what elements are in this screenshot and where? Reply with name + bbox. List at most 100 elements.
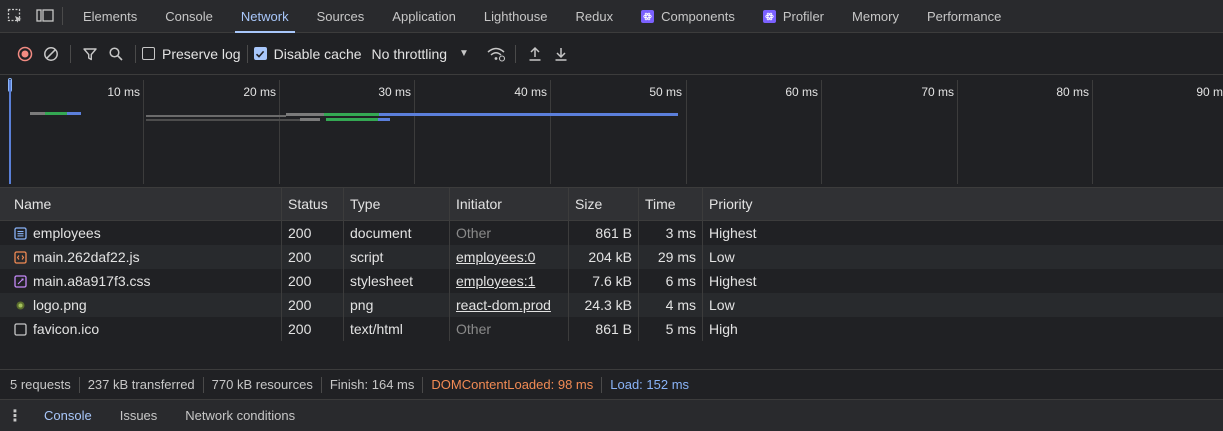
timeline-tick-label: 50 ms — [649, 85, 682, 99]
column-header-initiator[interactable]: Initiator — [450, 188, 569, 220]
tab-sources[interactable]: Sources — [303, 0, 379, 33]
overview-request-bar — [379, 113, 678, 116]
summary-separator — [78, 376, 80, 393]
priority-cell: Highest — [709, 225, 757, 241]
initiator-link[interactable]: react-dom.prod — [456, 297, 551, 313]
timeline-gridline — [279, 80, 280, 184]
checkbox-checked-icon — [253, 47, 267, 60]
react-icon — [641, 9, 655, 23]
size-cell: 861 B — [569, 221, 639, 245]
throttling-select[interactable]: No throttling ▼ — [372, 46, 469, 62]
tab-label: Redux — [575, 8, 614, 24]
request-name: logo.png — [33, 297, 87, 313]
summary-separator — [422, 376, 424, 393]
tab-label: Network — [240, 8, 289, 24]
transferred-size: 237 kB transferred — [87, 377, 195, 392]
tab-redux[interactable]: Redux — [562, 0, 628, 33]
tab-label: Profiler — [782, 8, 825, 24]
import-har-icon[interactable] — [522, 41, 548, 67]
timeline-gridline — [957, 80, 958, 184]
tab-label: Console — [165, 8, 213, 24]
disable-cache-checkbox[interactable]: Disable cache — [253, 45, 362, 62]
request-name-cell: favicon.ico — [0, 317, 282, 341]
tab-bar-separator — [62, 7, 63, 25]
column-header-status[interactable]: Status — [282, 188, 344, 220]
column-header-priority[interactable]: Priority — [703, 188, 1223, 220]
status-cell: 200 — [282, 293, 344, 317]
record-stop-icon[interactable] — [12, 41, 38, 67]
timeline-tick-label: 60 ms — [785, 85, 818, 99]
overview-request-bar — [300, 118, 320, 121]
tab-performance[interactable]: Performance — [913, 0, 1015, 33]
table-row[interactable]: favicon.ico 200 text/html Other 861 B 5 … — [0, 317, 1223, 341]
tab-memory[interactable]: Memory — [838, 0, 913, 33]
column-header-name[interactable]: Name — [0, 188, 282, 220]
summary-separator — [320, 376, 322, 393]
summary-separator — [601, 376, 603, 393]
table-row[interactable]: main.a8a917f3.css 200 stylesheet employe… — [0, 269, 1223, 293]
table-header: Name Status Type Initiator Size Time Pri… — [0, 187, 1223, 221]
time-cell: 29 ms — [639, 245, 703, 269]
overview-request-bar — [378, 118, 390, 121]
initiator-cell[interactable]: react-dom.prod — [450, 293, 569, 317]
tab-elements[interactable]: Elements — [69, 0, 151, 33]
tab-components[interactable]: Components — [627, 0, 749, 33]
table-row[interactable]: employees 200 document Other 861 B 3 ms … — [0, 221, 1223, 245]
table-row[interactable]: logo.png 200 png react-dom.prod 24.3 kB … — [0, 293, 1223, 317]
time-cell: 3 ms — [639, 221, 703, 245]
table-row[interactable]: main.262daf22.js 200 script employees:0 … — [0, 245, 1223, 269]
device-toolbar-icon[interactable] — [30, 0, 60, 33]
more-options-icon[interactable]: ⋮ — [0, 406, 30, 426]
overview-request-bar — [30, 112, 45, 115]
request-name-cell: main.a8a917f3.css — [0, 269, 282, 293]
disable-cache-label: Disable cache — [273, 45, 362, 62]
toolbar-separator — [135, 44, 136, 63]
clear-icon[interactable] — [38, 41, 64, 67]
column-header-size[interactable]: Size — [569, 188, 639, 220]
initiator-cell[interactable]: employees:1 — [450, 269, 569, 293]
preserve-log-checkbox[interactable]: Preserve log — [142, 46, 241, 62]
overview-request-bar — [324, 113, 379, 116]
requests-count: 5 requests — [10, 377, 71, 392]
overview-request-bar — [326, 118, 378, 121]
inspect-element-icon[interactable] — [0, 0, 30, 33]
initiator-link[interactable]: employees:0 — [456, 249, 535, 265]
drawer-tab-console[interactable]: Console — [30, 400, 106, 431]
type-cell: stylesheet — [344, 269, 450, 293]
type-cell: text/html — [344, 317, 450, 341]
tab-application[interactable]: Application — [378, 0, 470, 33]
tab-console[interactable]: Console — [151, 0, 227, 33]
initiator-cell[interactable]: employees:0 — [450, 245, 569, 269]
request-name: employees — [33, 225, 101, 241]
resources-size: 770 kB resources — [211, 377, 313, 392]
react-icon — [762, 9, 776, 23]
network-toolbar: Preserve log Disable cache No throttling… — [0, 33, 1223, 75]
column-header-time[interactable]: Time — [639, 188, 703, 220]
devtools-tab-bar: Elements Console Network Sources Applica… — [0, 0, 1223, 33]
export-har-icon[interactable] — [548, 41, 574, 67]
search-icon[interactable] — [103, 41, 129, 67]
finish-time: Finish: 164 ms — [329, 377, 415, 392]
drawer-tab-issues[interactable]: Issues — [106, 400, 172, 431]
status-cell: 200 — [282, 221, 344, 245]
timeline-gridline — [414, 80, 415, 184]
network-overview-timeline[interactable]: 10 ms 20 ms 30 ms 40 ms 50 ms 60 ms 70 m… — [0, 76, 1223, 184]
timeline-gridline — [143, 80, 144, 184]
status-cell: 200 — [282, 269, 344, 293]
overview-request-bar — [146, 119, 306, 121]
timeline-tick-label: 90 m — [1196, 85, 1223, 99]
tab-network[interactable]: Network — [227, 0, 303, 33]
column-header-type[interactable]: Type — [344, 188, 450, 220]
stylesheet-icon — [14, 274, 27, 288]
drawer-tab-network-conditions[interactable]: Network conditions — [171, 400, 309, 431]
timeline-tick-label: 80 ms — [1056, 85, 1089, 99]
type-cell: script — [344, 245, 450, 269]
toolbar-separator — [514, 44, 516, 63]
summary-separator — [202, 376, 204, 393]
tab-lighthouse[interactable]: Lighthouse — [470, 0, 562, 33]
tab-profiler[interactable]: Profiler — [749, 0, 838, 33]
initiator-link[interactable]: employees:1 — [456, 273, 535, 289]
request-name: main.a8a917f3.css — [33, 273, 151, 289]
network-conditions-icon[interactable] — [483, 41, 509, 67]
filter-icon[interactable] — [77, 41, 103, 67]
